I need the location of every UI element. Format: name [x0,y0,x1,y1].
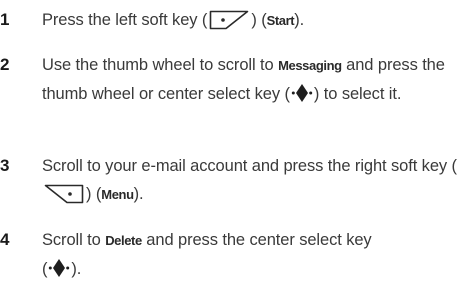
step-number: 2 [0,55,10,74]
step-text-part: Scroll to [42,231,106,249]
step-text-part: ). [71,260,82,278]
step-text-part: ). [133,185,144,203]
step-text: Use the thumb wheel to scroll to Messagi… [42,51,460,108]
step-term: Messaging [278,58,342,73]
step-text-part: Use the thumb wheel to scroll to [42,56,279,74]
step-text: Press the left soft key ( ) (Start). [42,6,460,35]
step-term: Menu [101,187,134,202]
step-text: Scroll to your e-mail account and press … [42,152,460,209]
left-soft-key-icon [208,8,250,30]
step-number: 1 [0,10,10,29]
step-number: 4 [0,230,10,249]
step-text-part: ) ( [86,185,102,203]
step-number: 3 [0,156,10,175]
step-text-part: Scroll to your e-mail account and press … [42,157,457,175]
center-select-key-icon [291,82,313,104]
step-text-part: ). [294,11,305,29]
step-text-part: ) ( [251,11,267,29]
step-term: Start [266,13,295,28]
step-text-part: Press the left soft key ( [42,11,208,29]
right-soft-key-icon [43,182,85,204]
step-term: Delete [105,233,142,248]
center-select-key-icon [48,257,70,279]
step-text-part: ) to select it. [313,85,402,103]
step-text: Scroll to Delete and press the center se… [42,226,372,283]
